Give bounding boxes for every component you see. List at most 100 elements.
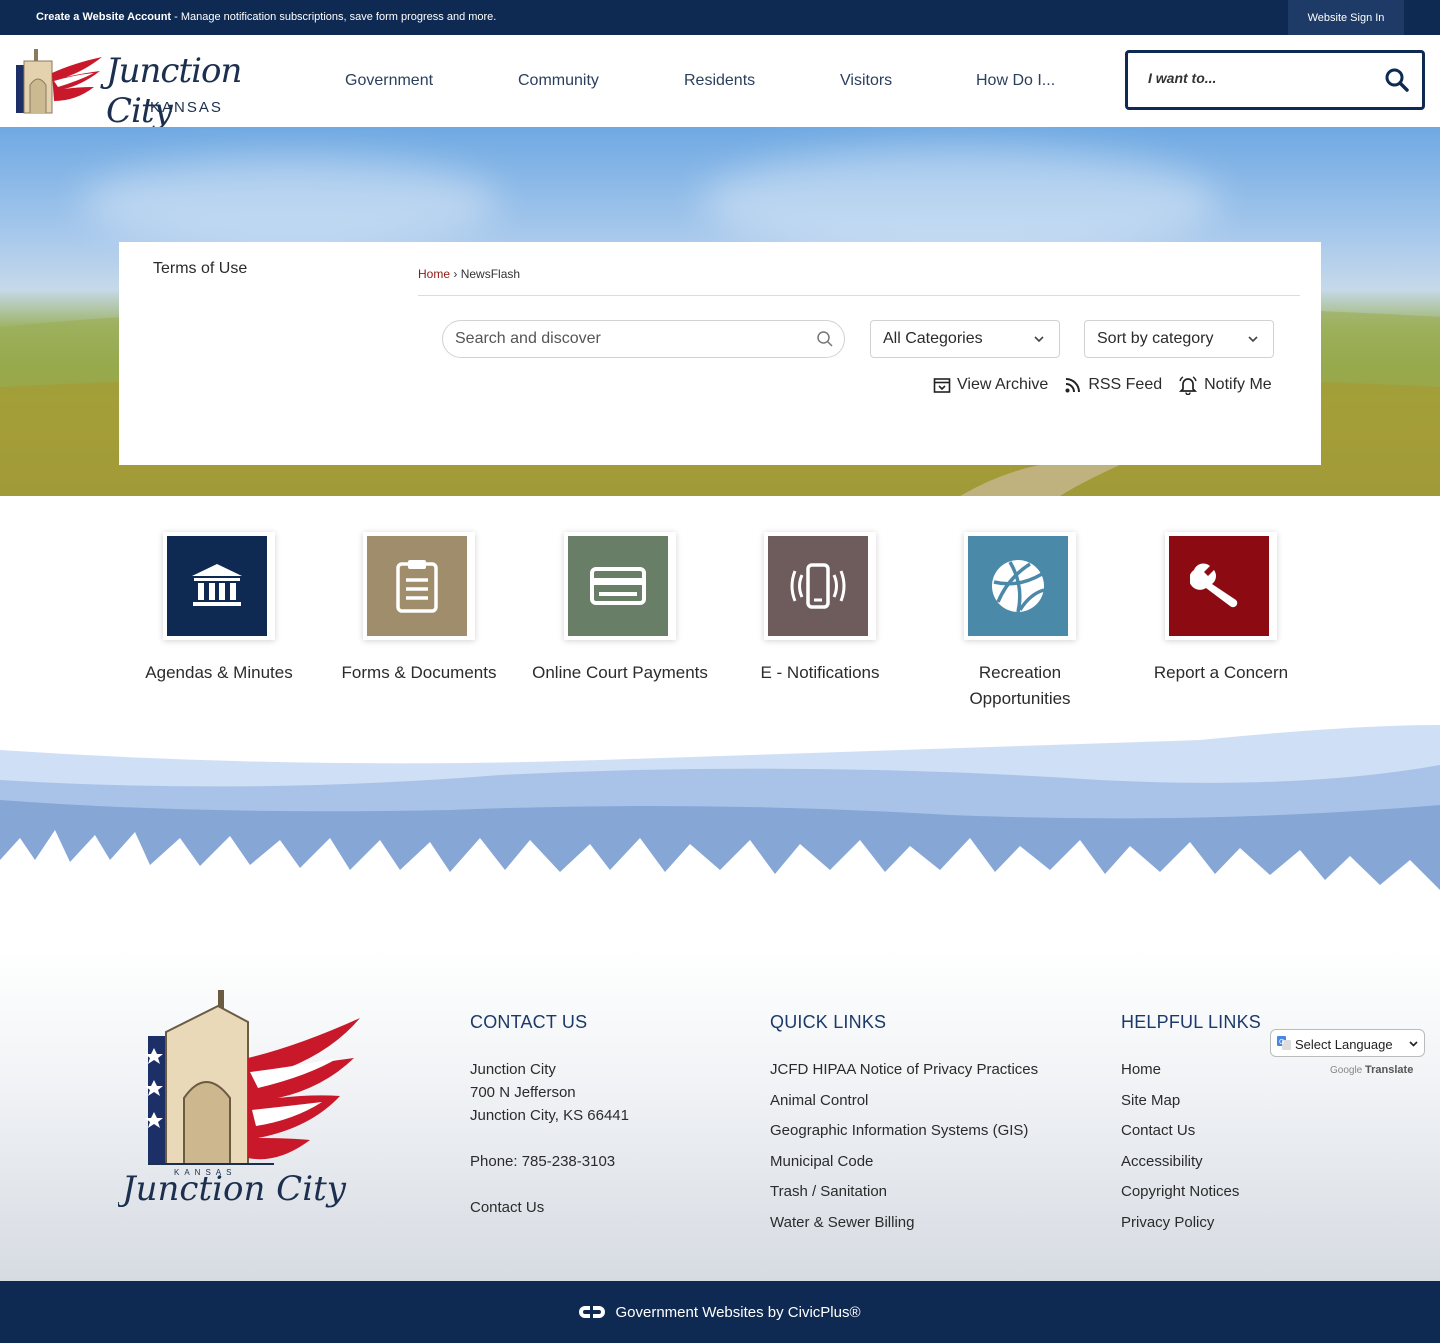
footer-logo-script: Junction City	[118, 1169, 347, 1209]
site-logo[interactable]: Junction City KANSAS	[14, 41, 284, 131]
nav-visitors[interactable]: Visitors	[840, 35, 892, 127]
rss-feed-label: RSS Feed	[1088, 376, 1163, 393]
view-archive-link[interactable]: View Archive	[933, 376, 1048, 394]
archive-icon	[933, 378, 951, 393]
breadcrumb: Home › NewsFlash	[418, 267, 520, 281]
logo-state-text: KANSAS	[150, 99, 223, 116]
quick-link-hipaa[interactable]: JCFD HIPAA Notice of Privacy Practices	[770, 1058, 1038, 1081]
nav-government[interactable]: Government	[345, 35, 433, 127]
powered-by-google-translate[interactable]: Google Translate	[1330, 1064, 1413, 1076]
svg-text:G: G	[1279, 1039, 1284, 1046]
contact-city: Junction City, KS 66441	[470, 1107, 629, 1124]
rss-feed-link[interactable]: RSS Feed	[1064, 376, 1162, 394]
grass-silhouette	[0, 725, 1440, 950]
category-select-value: All Categories	[883, 330, 983, 347]
helpful-link-home[interactable]: Home	[1121, 1058, 1261, 1081]
quick-links-tiles: Agendas & Minutes Forms & Documents Onli…	[0, 496, 1440, 726]
powered-by-translate: Translate	[1365, 1064, 1414, 1076]
nav-label: Community	[518, 72, 599, 89]
nav-label: How Do I...	[976, 72, 1056, 89]
logo-script-text: Junction City	[106, 51, 242, 131]
helpful-link-contact-us[interactable]: Contact Us	[1121, 1119, 1261, 1142]
helpful-link-copyright-notices[interactable]: Copyright Notices	[1121, 1180, 1261, 1203]
language-select[interactable]: G Select Language	[1270, 1029, 1425, 1057]
sort-select-value: Sort by category	[1097, 330, 1214, 347]
breadcrumb-divider	[418, 295, 1300, 296]
breadcrumb-current: NewsFlash	[460, 267, 521, 281]
quick-link-gis[interactable]: Geographic Information Systems (GIS)	[770, 1119, 1038, 1142]
category-select[interactable]: All Categories	[870, 320, 1060, 358]
decorative-grass-band	[0, 720, 1440, 950]
tile-agendas-minutes[interactable]: Agendas & Minutes	[119, 532, 319, 686]
basketball-icon	[992, 560, 1045, 613]
account-description: - Manage notification subscriptions, sav…	[171, 11, 497, 23]
civicplus-credit-link[interactable]: Government Websites by CivicPlus®	[615, 1304, 860, 1321]
chevron-down-icon	[1409, 1041, 1418, 1047]
terms-of-use-link[interactable]: Terms of Use	[153, 260, 247, 278]
notify-me-label: Notify Me	[1204, 376, 1272, 393]
chevron-down-icon	[1034, 336, 1044, 343]
civicplus-credit-bar: Government Websites by CivicPlus®	[0, 1281, 1440, 1343]
helpful-links-heading: HELPFUL LINKS	[1121, 1012, 1261, 1032]
tile-label: Report a Concern	[1153, 663, 1289, 682]
newsflash-panel: Terms of Use Home › NewsFlash All Catego…	[119, 242, 1321, 465]
sort-select[interactable]: Sort by category	[1084, 320, 1274, 358]
view-archive-label: View Archive	[957, 376, 1049, 393]
bell-icon	[1179, 376, 1198, 395]
rss-icon	[1065, 378, 1081, 393]
create-account-link[interactable]: Create a Website Account	[36, 11, 171, 23]
tile-online-court-payments[interactable]: Online Court Payments	[520, 532, 720, 686]
quick-link-municipal-code[interactable]: Municipal Code	[770, 1150, 1038, 1173]
breadcrumb-separator: ›	[453, 267, 458, 281]
search-icon[interactable]	[1384, 67, 1410, 93]
tile-label: Forms & Documents	[341, 663, 497, 682]
helpful-link-accessibility[interactable]: Accessibility	[1121, 1150, 1261, 1173]
tile-report-a-concern[interactable]: Report a Concern	[1121, 532, 1321, 686]
footer-logo-arch-flag-icon: KANSAS Junction City	[116, 990, 360, 1209]
tile-e-notifications[interactable]: E - Notifications	[720, 532, 920, 686]
contact-name: Junction City	[470, 1061, 556, 1078]
credit-card-icon	[590, 567, 646, 605]
search-icon[interactable]	[816, 330, 834, 348]
quick-links-heading: QUICK LINKS	[770, 1012, 887, 1032]
footer-logo[interactable]: KANSAS Junction City	[116, 988, 368, 1228]
news-actions: View Archive RSS Feed Notify Me	[933, 375, 1272, 395]
helpful-link-site-map[interactable]: Site Map	[1121, 1089, 1261, 1112]
site-search-input[interactable]	[1148, 70, 1368, 86]
top-utility-bar: Create a Website Account - Manage notifi…	[0, 0, 1440, 35]
language-select-value: Select Language	[1295, 1037, 1393, 1052]
nav-label: Residents	[684, 72, 756, 89]
contact-heading: CONTACT US	[470, 1012, 588, 1032]
logo-arch-flag-icon	[16, 49, 102, 114]
tile-forms-documents[interactable]: Forms & Documents	[319, 532, 519, 686]
site-header: Junction City KANSAS Government Communit…	[0, 35, 1440, 131]
news-search	[442, 320, 845, 358]
phone-vibrate-icon	[790, 563, 846, 609]
notify-me-link[interactable]: Notify Me	[1178, 375, 1272, 395]
nav-label: Visitors	[840, 72, 893, 89]
google-translate-icon: G	[1277, 1036, 1291, 1050]
civicplus-logo-icon	[579, 1306, 606, 1318]
site-footer: KANSAS Junction City CONTACT US Junction…	[0, 950, 1440, 1281]
news-search-input[interactable]	[455, 330, 795, 348]
helpful-link-privacy-policy[interactable]: Privacy Policy	[1121, 1211, 1261, 1234]
quick-link-animal-control[interactable]: Animal Control	[770, 1089, 1038, 1112]
tile-label: Agendas & Minutes	[145, 663, 293, 682]
nav-residents[interactable]: Residents	[684, 35, 755, 127]
contact-phone[interactable]: Phone: 785-238-3103	[470, 1150, 629, 1173]
breadcrumb-home-link[interactable]: Home	[418, 267, 450, 281]
website-sign-in-button[interactable]: Website Sign In	[1288, 0, 1404, 35]
clipboard-icon	[396, 560, 438, 613]
quick-link-trash-sanitation[interactable]: Trash / Sanitation	[770, 1180, 1038, 1203]
tile-label: E - Notifications	[760, 663, 880, 682]
nav-label: Government	[345, 72, 434, 89]
nav-how-do-i[interactable]: How Do I...	[976, 35, 1055, 127]
nav-community[interactable]: Community	[518, 35, 599, 127]
quick-link-water-sewer-billing[interactable]: Water & Sewer Billing	[770, 1211, 1038, 1234]
tile-recreation-opportunities[interactable]: Recreation Opportunities	[920, 532, 1120, 712]
contact-us-link[interactable]: Contact Us	[470, 1196, 629, 1219]
footer-contact-column: CONTACT US Junction City 700 N Jefferson…	[470, 1012, 629, 1219]
site-search	[1125, 50, 1425, 110]
account-message: Create a Website Account - Manage notifi…	[36, 11, 496, 23]
contact-street: 700 N Jefferson	[470, 1084, 576, 1101]
